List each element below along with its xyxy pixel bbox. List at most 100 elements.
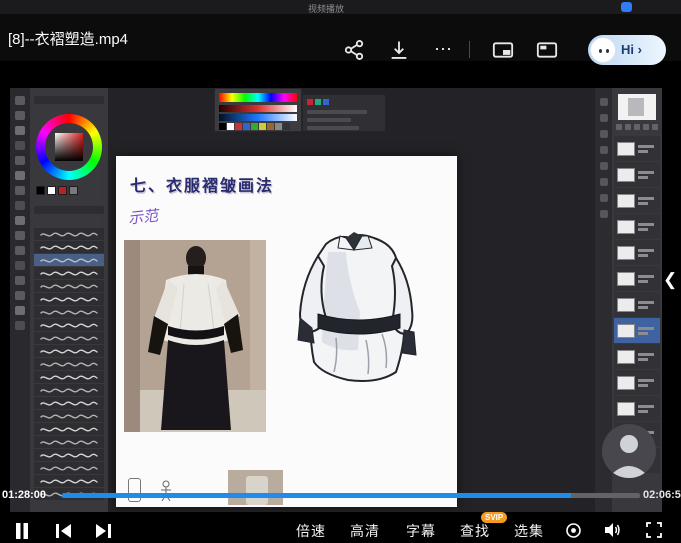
menu-search[interactable]: 查找 (460, 521, 490, 541)
left-panel (30, 88, 108, 512)
tool-icon (15, 126, 25, 135)
titlebar-divider (469, 41, 470, 58)
tool-icon (15, 141, 25, 150)
brush-item (34, 410, 104, 422)
tool-icon (15, 306, 25, 315)
gradient-bar-blue (219, 114, 297, 121)
brush-item (34, 319, 104, 331)
time-total: 02:06:56 (643, 489, 681, 501)
previous-button[interactable] (55, 523, 72, 539)
user-avatar-pill[interactable]: Hi › (588, 35, 666, 65)
brush-item (34, 345, 104, 357)
color-chip-red (58, 186, 67, 195)
menu-subtitles[interactable]: 字幕 (406, 521, 436, 541)
subtool-detail-panel (302, 94, 386, 132)
brush-item (34, 267, 104, 279)
player-title-bar: [8]--衣褶塑造.mp4 ⋯ Hi › (0, 14, 681, 61)
layer-item (614, 344, 660, 369)
brush-item (34, 475, 104, 487)
theater-mode-icon[interactable] (536, 39, 558, 61)
player-window: 视频播放 [8]--衣褶塑造.mp4 ⋯ Hi (0, 0, 681, 543)
brush-item (34, 384, 104, 396)
pause-button[interactable] (13, 522, 31, 540)
brush-item (34, 436, 104, 448)
brush-item (34, 332, 104, 344)
tool-icon (15, 261, 25, 270)
hue-bar (219, 93, 297, 102)
fullscreen-icon[interactable] (645, 521, 663, 539)
tool-icon (15, 96, 25, 105)
pip-icon[interactable] (492, 39, 514, 61)
playlist-collapse-icon[interactable]: ❮ (663, 270, 677, 290)
brush-item (34, 306, 104, 318)
color-mixing-panel (214, 88, 302, 132)
gradient-bar-red (219, 105, 297, 112)
color-chip-white (47, 186, 56, 195)
layer-item (614, 318, 660, 343)
brush-item (34, 254, 104, 266)
layer-item (614, 240, 660, 265)
tool-icon (15, 231, 25, 240)
color-chip-black (36, 186, 45, 195)
video-content-area[interactable]: 七、衣服褶皱画法 示范 (10, 88, 662, 512)
brush-item (34, 358, 104, 370)
user-avatar (590, 37, 616, 63)
download-icon[interactable] (388, 39, 410, 61)
browser-app-icon[interactable] (621, 2, 632, 12)
menu-speed[interactable]: 倍速 (296, 521, 326, 541)
layer-item (614, 188, 660, 213)
avatar-greeting: Hi › (621, 42, 642, 57)
layer-item (614, 136, 660, 161)
brush-item (34, 241, 104, 253)
brush-item (34, 449, 104, 461)
layer-item (614, 162, 660, 187)
reference-photo (124, 240, 266, 432)
canvas-title: 七、衣服褶皱画法 (130, 172, 274, 196)
brush-item (34, 293, 104, 305)
tool-icon (15, 201, 25, 210)
canvas-annotation: 示范 (127, 204, 159, 228)
progress-bar[interactable] (62, 493, 640, 498)
drawing-canvas: 七、衣服褶皱画法 示范 (116, 156, 457, 507)
layer-item (614, 292, 660, 317)
tool-icon (15, 291, 25, 300)
photo-thumbnail (228, 470, 283, 505)
volume-icon[interactable] (603, 521, 622, 539)
shirt-drawing (288, 222, 420, 405)
presenter-avatar (602, 424, 656, 478)
next-button[interactable] (95, 523, 112, 539)
tool-icon (15, 111, 25, 120)
brush-list (34, 228, 104, 510)
browser-top-strip: 视频播放 (0, 0, 681, 14)
video-title: [8]--衣褶塑造.mp4 (8, 28, 128, 49)
brush-item (34, 462, 104, 474)
svip-badge[interactable]: SVIP (481, 512, 507, 523)
tool-icon (15, 246, 25, 255)
settings-icon[interactable] (565, 522, 582, 539)
tool-icon (15, 186, 25, 195)
tool-strip (10, 88, 30, 512)
time-current: 01:28:00 (2, 489, 46, 501)
layer-item (614, 214, 660, 239)
more-icon[interactable]: ⋯ (432, 39, 454, 61)
tool-icon (15, 276, 25, 285)
brush-item (34, 371, 104, 383)
share-icon[interactable] (343, 39, 365, 61)
color-chip-gray (69, 186, 78, 195)
phone-sketch (128, 478, 141, 502)
menu-episodes[interactable]: 选集 (514, 521, 544, 541)
menu-quality[interactable]: 高清 (350, 521, 380, 541)
brush-item (34, 228, 104, 240)
panel-header (34, 96, 104, 104)
brush-item (34, 397, 104, 409)
layer-item (614, 396, 660, 421)
swatch-grid (219, 123, 297, 130)
figure-sketch (158, 480, 174, 502)
color-wheel (36, 114, 102, 180)
tool-icon (15, 171, 25, 180)
layers-header-icons (616, 124, 658, 132)
brush-item (34, 423, 104, 435)
layer-item (614, 266, 660, 291)
tool-icon (15, 156, 25, 165)
layer-list (614, 136, 660, 474)
